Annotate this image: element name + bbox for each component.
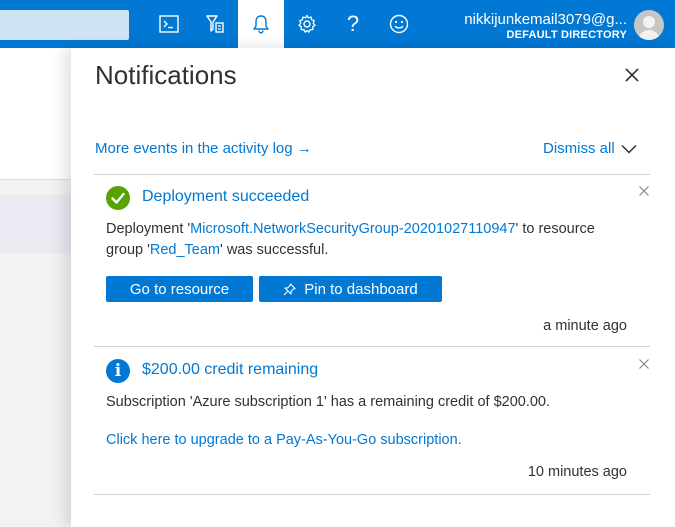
button-label: Pin to dashboard xyxy=(304,280,418,298)
directory-filter-icon xyxy=(206,15,224,33)
button-label: Go to resource xyxy=(129,280,230,298)
notification-title[interactable]: $200.00 credit remaining xyxy=(142,361,318,379)
help-button[interactable]: ? xyxy=(330,0,376,48)
help-icon: ? xyxy=(346,11,360,36)
notification-title[interactable]: Deployment succeeded xyxy=(142,188,309,206)
chevron-down-icon[interactable] xyxy=(621,144,637,154)
dismiss-notification-icon[interactable] xyxy=(638,185,650,197)
divider xyxy=(94,346,650,347)
global-search-input[interactable] xyxy=(0,10,129,40)
notifications-bell-icon xyxy=(253,15,269,34)
upgrade-subscription-link[interactable]: Click here to upgrade to a Pay-As-You-Go… xyxy=(106,432,462,448)
deployment-link[interactable]: Microsoft.NetworkSecurityGroup-202010271… xyxy=(190,221,515,237)
go-to-resource-button[interactable]: Go to resource xyxy=(106,276,253,302)
avatar[interactable] xyxy=(634,10,664,40)
background-divider xyxy=(0,179,71,180)
dismiss-notification-icon[interactable] xyxy=(638,358,650,370)
resource-group-link[interactable]: Red_Team xyxy=(150,242,220,258)
close-panel-button[interactable] xyxy=(621,64,643,86)
directory-subscription-filter-button[interactable] xyxy=(192,0,238,48)
close-icon xyxy=(625,68,639,82)
account-directory: DEFAULT DIRECTORY xyxy=(506,29,627,41)
pin-to-dashboard-button[interactable]: Pin to dashboard xyxy=(259,276,442,302)
message-text: Deployment ' xyxy=(106,221,191,237)
notification-timestamp: a minute ago xyxy=(543,318,627,334)
divider xyxy=(94,494,650,495)
success-check-icon xyxy=(106,186,130,210)
notification-message: Subscription 'Azure subscription 1' has … xyxy=(106,394,551,410)
cloud-shell-icon xyxy=(159,15,179,33)
feedback-button[interactable] xyxy=(376,0,422,48)
activity-log-link-label: More events in the activity log xyxy=(95,140,293,157)
account-email: nikkijunkemail3079@g... xyxy=(464,11,627,28)
dismiss-all-button[interactable]: Dismiss all xyxy=(543,140,615,157)
feedback-smiley-icon xyxy=(389,14,409,34)
background-page-section xyxy=(0,48,71,179)
top-navigation-bar: ? nikkijunkemail3079@g... DEFAULT DIRECT… xyxy=(0,0,675,48)
panel-title: Notifications xyxy=(95,60,237,90)
message-text: ' was successful. xyxy=(220,242,329,258)
notification-message: Deployment 'Microsoft.NetworkSecurityGro… xyxy=(106,219,626,261)
notifications-panel: Notifications More events in the activit… xyxy=(71,48,675,527)
info-icon: i xyxy=(106,359,130,383)
cloud-shell-button[interactable] xyxy=(146,0,192,48)
arrow-right-icon: → xyxy=(296,140,312,157)
notification-timestamp: 10 minutes ago xyxy=(527,464,627,480)
settings-gear-icon xyxy=(298,14,316,33)
settings-button[interactable] xyxy=(284,0,330,48)
pin-icon xyxy=(283,282,296,295)
activity-log-link[interactable]: More events in the activity log → xyxy=(95,140,312,157)
notifications-button[interactable] xyxy=(238,0,284,48)
background-selected-row xyxy=(0,195,71,253)
divider xyxy=(94,174,650,175)
